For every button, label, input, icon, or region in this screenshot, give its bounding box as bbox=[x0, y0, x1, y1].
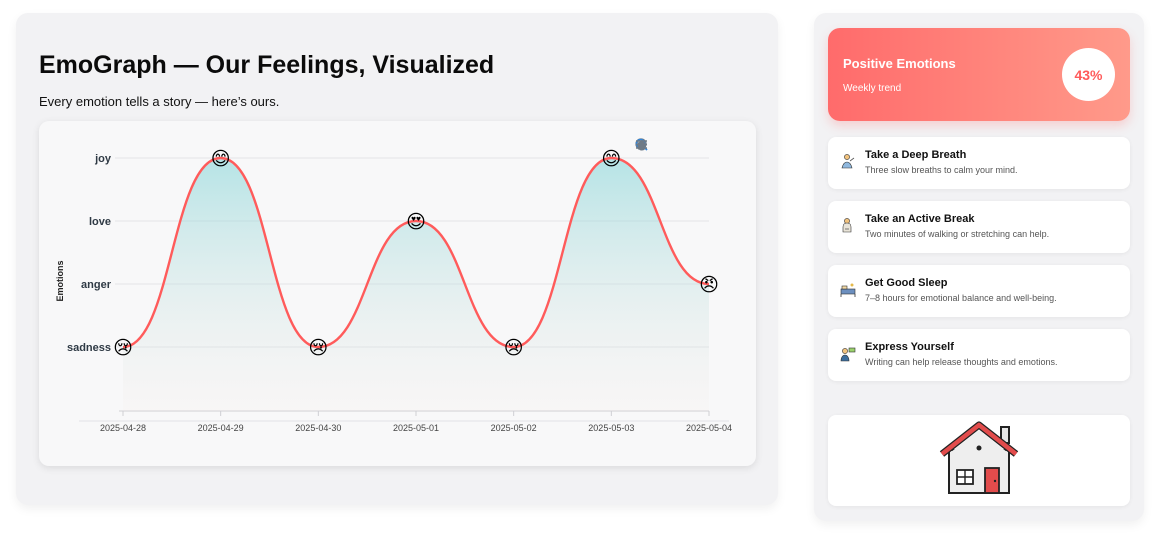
writing-icon bbox=[840, 347, 856, 362]
home-card bbox=[828, 415, 1130, 506]
emotion-marker[interactable]: 😊 bbox=[211, 148, 231, 170]
bed-icon bbox=[840, 283, 856, 297]
tip-card-express-yourself[interactable]: Express Yourself Writing can help releas… bbox=[828, 329, 1130, 381]
tip-desc: Writing can help release thoughts and em… bbox=[865, 357, 1058, 367]
page-title: EmoGraph — Our Feelings, Visualized bbox=[39, 51, 495, 79]
emotion-marker[interactable]: 😍 bbox=[406, 211, 426, 233]
emotion-marker[interactable]: 😢 bbox=[113, 337, 133, 359]
positive-subtitle: Weekly trend bbox=[843, 83, 902, 94]
sidebar: Positive Emotions Weekly trend 43% Take … bbox=[814, 13, 1144, 521]
tip-card-good-sleep[interactable]: Get Good Sleep 7–8 hours for emotional b… bbox=[828, 265, 1130, 317]
home-reset-icon[interactable] bbox=[636, 138, 717, 152]
tip-desc: Three slow breaths to calm your mind. bbox=[865, 165, 1018, 175]
page-subtitle: Every emotion tells a story — here’s our… bbox=[39, 94, 280, 109]
tip-desc: Two minutes of walking or stretching can… bbox=[865, 229, 1050, 239]
emotion-marker[interactable]: 😢 bbox=[308, 337, 328, 359]
x-tick-label: 2025-05-04 bbox=[686, 423, 732, 433]
positive-emotions-card: Positive Emotions Weekly trend 43% bbox=[828, 28, 1130, 121]
series-area bbox=[123, 158, 709, 411]
positive-percent: 43% bbox=[1062, 48, 1115, 101]
x-tick-label: 2025-04-30 bbox=[295, 423, 341, 433]
menu-icon[interactable] bbox=[636, 138, 734, 152]
house-icon bbox=[939, 421, 1019, 494]
tip-desc: 7–8 hours for emotional balance and well… bbox=[865, 293, 1057, 303]
emotion-chart: sadness anger love joy 2025-04-28 2025-04-29… bbox=[39, 121, 756, 466]
walking-icon bbox=[842, 218, 852, 233]
x-tick-label: 2025-05-01 bbox=[393, 423, 439, 433]
main-panel: EmoGraph — Our Feelings, Visualized Ever… bbox=[16, 13, 778, 505]
tip-card-active-break[interactable]: Take an Active Break Two minutes of walk… bbox=[828, 201, 1130, 253]
x-tick-label: 2025-04-29 bbox=[198, 423, 244, 433]
x-tick-label: 2025-05-03 bbox=[588, 423, 634, 433]
y-tick-label: sadness bbox=[67, 342, 111, 354]
y-tick-label: love bbox=[89, 216, 111, 228]
chart-toolbar bbox=[635, 138, 734, 152]
zoom-selection-icon[interactable] bbox=[635, 138, 683, 152]
meditation-icon bbox=[841, 154, 855, 169]
tip-title: Express Yourself bbox=[865, 341, 954, 353]
y-axis-label: Emotions bbox=[55, 260, 65, 301]
zoom-out-icon[interactable] bbox=[635, 138, 666, 152]
chart-canvas: sadness anger love joy 2025-04-28 2025-04-29… bbox=[55, 148, 732, 433]
emotion-marker[interactable]: 😠 bbox=[699, 274, 719, 296]
x-tick-label: 2025-04-28 bbox=[100, 423, 146, 433]
tip-title: Take a Deep Breath bbox=[865, 149, 967, 161]
x-tick-label: 2025-05-02 bbox=[491, 423, 537, 433]
tip-title: Get Good Sleep bbox=[865, 277, 948, 289]
pan-icon[interactable] bbox=[637, 138, 700, 152]
positive-title: Positive Emotions bbox=[843, 56, 956, 71]
y-tick-label: anger bbox=[81, 279, 112, 291]
tip-card-deep-breath[interactable]: Take a Deep Breath Three slow breaths to… bbox=[828, 137, 1130, 189]
emotion-marker[interactable]: 😢 bbox=[504, 337, 524, 359]
y-tick-label: joy bbox=[94, 153, 112, 165]
tip-title: Take an Active Break bbox=[865, 213, 975, 225]
emotion-marker[interactable]: 😊 bbox=[601, 148, 621, 170]
